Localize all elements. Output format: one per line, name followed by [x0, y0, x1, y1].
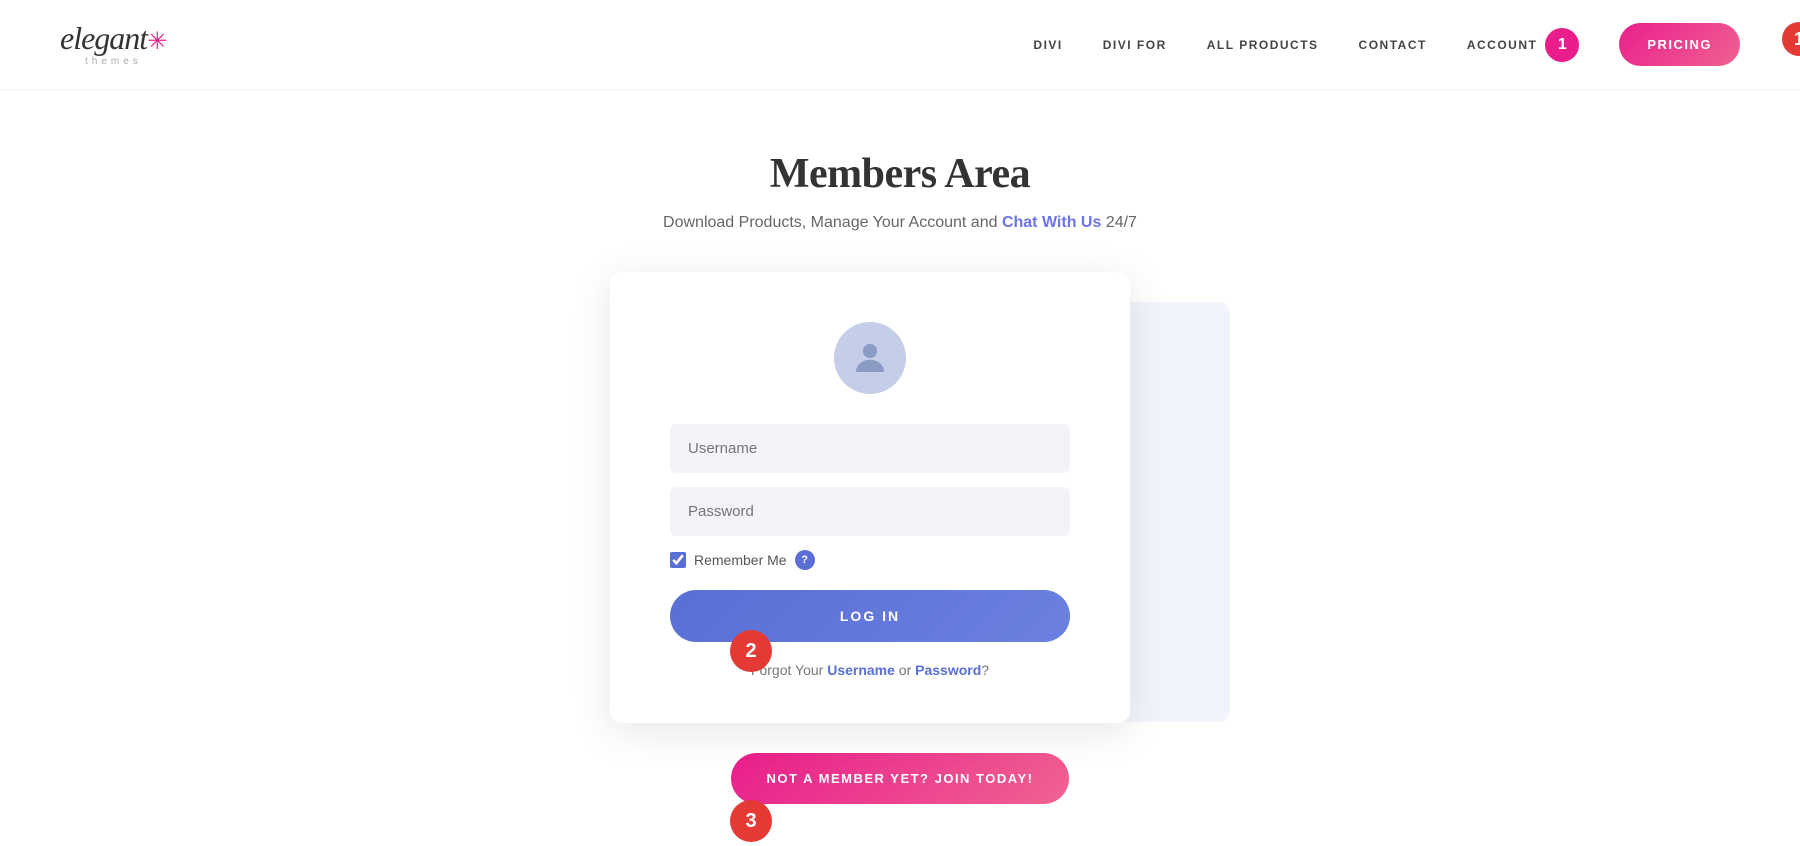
- account-notification-badge: 1: [1545, 28, 1579, 62]
- chat-link[interactable]: Chat With Us: [1002, 214, 1101, 231]
- nav-all-products[interactable]: ALL PRODUCTS: [1207, 38, 1319, 52]
- pricing-button[interactable]: PRICING: [1619, 23, 1740, 66]
- user-icon: [849, 337, 891, 379]
- avatar-circle: [834, 322, 906, 394]
- password-group: [670, 487, 1070, 536]
- annotation-badge-2: 2: [730, 630, 772, 672]
- remember-row: Remember Me ?: [670, 550, 1070, 570]
- nav-contact[interactable]: CONTACT: [1359, 38, 1427, 52]
- remember-label: Remember Me: [694, 552, 787, 568]
- login-section: 2 3: [610, 272, 1190, 723]
- user-avatar-area: [670, 322, 1070, 394]
- annotation-badge-3: 3: [730, 800, 772, 842]
- login-card: Remember Me ? LOG IN Forgot Your Usernam…: [610, 272, 1130, 723]
- username-input[interactable]: [670, 424, 1070, 473]
- password-input[interactable]: [670, 487, 1070, 536]
- forgot-username-link[interactable]: Username: [827, 662, 895, 678]
- main-nav: DIVI DIVI FOR ALL PRODUCTS CONTACT ACCOU…: [1033, 23, 1740, 66]
- site-header: elegant✳themes DIVI DIVI FOR ALL PRODUCT…: [0, 0, 1800, 90]
- login-button[interactable]: LOG IN: [670, 590, 1070, 642]
- help-icon[interactable]: ?: [795, 550, 815, 570]
- nav-account[interactable]: ACCOUNT: [1467, 38, 1538, 52]
- nav-divi[interactable]: DIVI: [1033, 38, 1062, 52]
- nav-divi-for[interactable]: DIVI FOR: [1103, 38, 1167, 52]
- username-group: [670, 424, 1070, 473]
- remember-checkbox[interactable]: [670, 552, 686, 568]
- card-outer: Remember Me ? LOG IN Forgot Your Usernam…: [610, 272, 1190, 723]
- join-button[interactable]: NOT A MEMBER YET? JOIN TODAY!: [731, 753, 1070, 804]
- forgot-password-link[interactable]: Password: [915, 662, 981, 678]
- page-subtitle: Download Products, Manage Your Account a…: [663, 214, 1137, 232]
- forgot-text: Forgot Your Username or Password?: [670, 662, 1070, 678]
- annotation-badge-1: 1: [1782, 22, 1800, 56]
- nav-account-wrapper: ACCOUNT 1: [1467, 28, 1580, 62]
- main-content: Members Area Download Products, Manage Y…: [0, 90, 1800, 804]
- page-wrapper: Members Area Download Products, Manage Y…: [610, 150, 1190, 804]
- logo[interactable]: elegant✳themes: [60, 22, 167, 67]
- page-title: Members Area: [770, 150, 1030, 198]
